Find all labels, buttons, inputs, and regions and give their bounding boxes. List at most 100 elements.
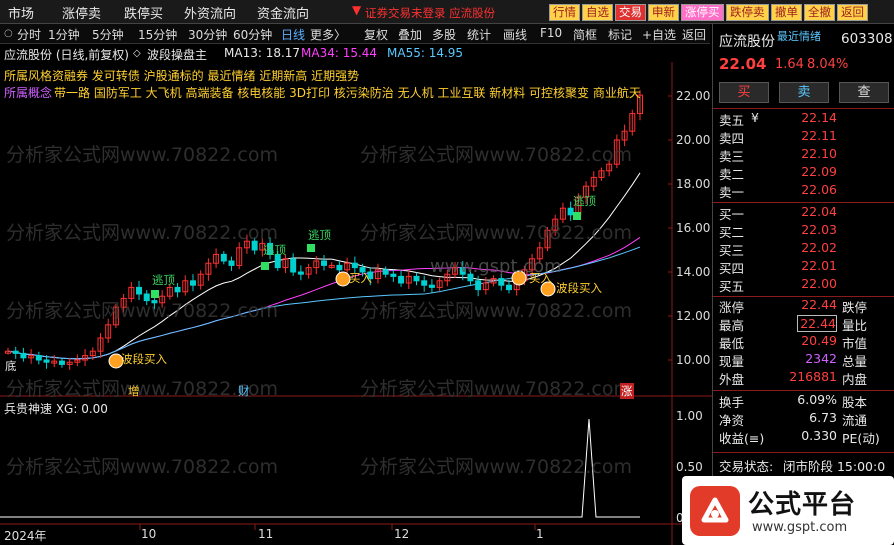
- quote-button[interactable]: 行情: [549, 4, 580, 21]
- candle-body: [20, 352, 27, 359]
- event-marker: 增: [128, 384, 140, 398]
- period-60min[interactable]: 60分钟: [233, 26, 272, 43]
- ask-row-3[interactable]: 卖三 22.10: [719, 146, 893, 164]
- indicator-dropdown-icon[interactable]: ◇: [133, 48, 141, 59]
- ma34-label: MA34: 15.44: [301, 46, 378, 60]
- stock-name: 应流股份: [719, 34, 775, 50]
- limit-up-buy-button[interactable]: 涨停买: [681, 4, 724, 21]
- ask-row-1[interactable]: 卖一 22.06: [719, 182, 893, 200]
- tool-draw-line[interactable]: 画线: [503, 26, 527, 43]
- back-button[interactable]: 返回: [837, 4, 868, 21]
- logo-url: www.gspt.com: [752, 520, 848, 535]
- tool-f10[interactable]: F10: [540, 26, 562, 40]
- divider: [713, 452, 894, 453]
- bid-row-3[interactable]: 买三 22.02: [719, 240, 893, 258]
- trade-button[interactable]: 交易: [615, 4, 646, 21]
- period-5min[interactable]: 5分钟: [92, 26, 124, 43]
- subscribe-button[interactable]: 申新: [648, 4, 679, 21]
- escape-signal: 逃顶: [263, 243, 286, 257]
- logo-icon: [690, 486, 740, 536]
- event-marker: 涨: [620, 383, 634, 399]
- candle-body: [174, 286, 181, 293]
- trade-status-value: 闭市阶段 15:00:0: [783, 459, 886, 474]
- candle-body: [567, 207, 574, 216]
- period-1min[interactable]: 1分钟: [48, 26, 80, 43]
- ma55-label: MA55: 14.95: [387, 46, 464, 60]
- menu-fund-flow[interactable]: 资金流向: [257, 3, 309, 22]
- stat-row: 净资 6.73 流通: [719, 410, 868, 428]
- candle-body: [321, 260, 327, 266]
- candle-body: [421, 280, 428, 286]
- tool-back[interactable]: 返回: [682, 26, 706, 43]
- pct-change: 8.04%: [807, 57, 849, 72]
- bid-row-5[interactable]: 买五 22.00: [719, 276, 893, 294]
- concept-list: 带一路 国防军工 大飞机 高端装备 核电核能 3D打印 核污染防治 无人机 工业…: [54, 86, 641, 100]
- period-more[interactable]: 更多〉: [310, 26, 346, 43]
- stat-row: 涨停 22.44 跌停: [719, 297, 868, 315]
- watchlist-button[interactable]: 自选: [582, 4, 613, 21]
- candle-body: [136, 286, 143, 295]
- tool-overlay[interactable]: 叠加: [398, 26, 422, 43]
- y-tick: 18.00: [676, 177, 711, 191]
- limit-down-sell-button[interactable]: 跌停卖: [726, 4, 769, 21]
- cancel-order-button[interactable]: 撤单: [771, 4, 802, 21]
- tool-multi-stock[interactable]: 多股: [432, 26, 456, 43]
- candle-body: [220, 253, 227, 262]
- tool-simple-frame[interactable]: 简框: [573, 26, 597, 43]
- stat-row: 换手 6.09% 股本: [719, 392, 868, 410]
- ma13-label: MA13: 18.17: [224, 46, 301, 60]
- candle-body: [505, 284, 512, 291]
- x-tick: 12: [394, 527, 410, 541]
- stat-row: 收益(≡) 0.330 PE(动): [719, 428, 880, 446]
- menu-market[interactable]: 市场: [8, 3, 34, 22]
- escape-signal: 逃顶: [308, 228, 331, 242]
- style-concepts: 所属风格资融券 发可转债 沪股通标的 最近情绪 近期新高 近期强势: [4, 69, 360, 83]
- ask-row-2[interactable]: 卖二 22.09: [719, 164, 893, 182]
- menu-foreign-flow[interactable]: 外资流向: [184, 3, 236, 22]
- cancel-all-button[interactable]: 全撤: [804, 4, 835, 21]
- dropdown-icon[interactable]: ▼: [352, 3, 361, 17]
- bid-row-4[interactable]: 买四 22.01: [719, 258, 893, 276]
- tool-mark[interactable]: 标记: [608, 26, 632, 43]
- y-tick: 22.00: [676, 89, 711, 103]
- gspt-logo: 公式平台 www.gspt.com: [682, 476, 894, 545]
- x-tick: 1: [536, 527, 544, 541]
- divider: [713, 108, 894, 109]
- stat-row: 外盘 216881 内盘: [719, 369, 868, 387]
- candle-body: [475, 280, 482, 291]
- bottom-signal: 底: [5, 359, 17, 373]
- buy-button[interactable]: 买: [719, 82, 769, 103]
- candle-body: [398, 275, 405, 284]
- period-15min[interactable]: 15分钟: [138, 26, 177, 43]
- watermark: 分析家公式网www.70822.com: [6, 144, 278, 166]
- tool-stats[interactable]: 统计: [467, 26, 491, 43]
- candle-body: [290, 258, 297, 273]
- escape-signal: 逃顶: [152, 273, 175, 287]
- bid-row-2[interactable]: 买二 22.03: [719, 222, 893, 240]
- y-tick: 14.00: [676, 265, 711, 279]
- period-daily[interactable]: 日线: [281, 26, 305, 43]
- menu-limit-down-buy[interactable]: 跌停买: [124, 3, 163, 22]
- price-change: 1.64: [775, 57, 804, 72]
- ask-row-4[interactable]: 卖四 22.11: [719, 128, 893, 146]
- period-timeshare[interactable]: 分时: [17, 26, 41, 43]
- search-button[interactable]: 查: [839, 82, 889, 103]
- ask-row-5[interactable]: 卖五 ¥22.14: [719, 110, 893, 128]
- sub-y-tick: 1.00: [676, 409, 703, 423]
- y-tick: 16.00: [676, 221, 711, 235]
- event-marker: 财: [238, 384, 250, 398]
- tool-adjust[interactable]: 复权: [364, 26, 388, 43]
- watermark: 分析家公式网www.70822.com: [6, 222, 278, 244]
- x-tick: 11: [258, 527, 274, 541]
- divider: [713, 390, 894, 391]
- chart-info-bar: 应流股份 (日线,前复权) ◇ 波段操盘主 MA13: 18.17 MA34: …: [0, 44, 710, 64]
- period-30min[interactable]: 30分钟: [188, 26, 227, 43]
- indicator-name[interactable]: 波段操盘主: [147, 46, 207, 63]
- escape-marker: [261, 262, 269, 270]
- tool-add-watchlist[interactable]: +自选: [642, 26, 676, 43]
- sell-button[interactable]: 卖: [779, 82, 829, 103]
- candle-body: [189, 280, 196, 286]
- bid-row-1[interactable]: 买一 22.04: [719, 204, 893, 222]
- menu-limit-up-sell[interactable]: 涨停卖: [62, 3, 101, 22]
- stat-row: 现量 2342 总量: [719, 351, 868, 369]
